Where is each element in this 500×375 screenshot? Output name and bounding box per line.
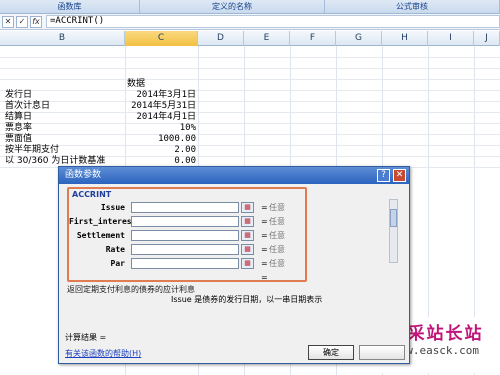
arguments-panel: ACCRINT Issue ▦ = 任意 First_interest ▦ = … (67, 187, 307, 282)
par-input[interactable] (131, 258, 239, 269)
arguments-scrollbar[interactable] (389, 199, 398, 263)
gridline (0, 68, 500, 69)
help-link[interactable]: 有关该函数的帮助(H) (65, 348, 141, 359)
confirm-icon[interactable]: ✓ (16, 15, 28, 28)
row-value[interactable]: 10% (180, 123, 196, 134)
equals-sign: = (261, 203, 268, 212)
column-header-f[interactable]: F (290, 31, 336, 46)
arg-label: Rate (105, 245, 125, 254)
range-picker-icon[interactable]: ▦ (241, 230, 254, 241)
gridline (0, 134, 500, 135)
settlement-input[interactable] (131, 230, 239, 241)
ribbon-group-function-library[interactable]: 函数库 (0, 0, 140, 13)
arg-row-rate: Rate ▦ = 任意 (69, 244, 399, 256)
column-headers: B C D E F G H I J (0, 31, 500, 46)
gridline (0, 123, 500, 124)
row-label[interactable]: 票息率 (5, 123, 32, 134)
gridline (0, 112, 500, 113)
arg-result: 任意 (269, 259, 285, 268)
column-header-e[interactable]: E (244, 31, 290, 46)
ribbon-group-formula-auditing[interactable]: 公式审核 (325, 0, 500, 13)
arg-label: First_interest (69, 217, 137, 226)
arg-result: 任意 (269, 203, 285, 212)
argument-description: Issue 是债券的发行日期，以一串日期表示 (171, 295, 323, 304)
ok-button[interactable]: 确定 (308, 345, 354, 360)
cancel-icon[interactable]: ✕ (2, 15, 14, 28)
row-value[interactable]: 2014年3月1日 (136, 90, 196, 101)
arg-row-par: Par ▦ = 任意 (69, 258, 399, 270)
column-header-g[interactable]: G (336, 31, 382, 46)
first-interest-input[interactable] (131, 216, 239, 227)
arg-row-issue: Issue ▦ = 任意 (69, 202, 399, 214)
row-value[interactable]: 2014年4月1日 (136, 112, 196, 123)
rate-input[interactable] (131, 244, 239, 255)
data-header-cell[interactable]: 数据 (127, 79, 145, 90)
ribbon-group-bar: 函数库 定义的名称 公式审核 (0, 0, 500, 14)
formula-bar: ✕ ✓ fx =ACCRINT() (0, 14, 500, 30)
row-value[interactable]: 1000.00 (158, 134, 196, 145)
dialog-title: 函数参数 (65, 170, 102, 180)
row-label[interactable]: 结算日 (5, 112, 32, 123)
gridline (0, 101, 500, 102)
arg-result: 任意 (269, 245, 285, 254)
equals-sign: = (261, 231, 268, 240)
row-label[interactable]: 首次计息日 (5, 101, 50, 112)
cancel-button[interactable] (359, 345, 405, 360)
column-header-b[interactable]: B (0, 31, 125, 46)
close-icon[interactable]: ✕ (393, 169, 406, 182)
column-header-c[interactable]: C (125, 31, 198, 46)
function-name: ACCRINT (72, 190, 112, 199)
arg-label: Settlement (76, 231, 125, 240)
range-picker-icon[interactable]: ▦ (241, 244, 254, 255)
row-label[interactable]: 发行日 (5, 90, 32, 101)
arg-row-first-interest: First_interest ▦ = 任意 (69, 216, 399, 228)
arg-result: 任意 (269, 217, 285, 226)
gridline (0, 57, 500, 58)
arg-result: 任意 (269, 231, 285, 240)
equals-sign: = (261, 259, 268, 268)
scrollbar-thumb[interactable] (390, 209, 397, 227)
row-value[interactable]: 2014年5月31日 (131, 101, 196, 112)
gridline (0, 90, 500, 91)
equals-sign: = (261, 245, 268, 254)
function-arguments-dialog: 函数参数 ? ✕ ACCRINT Issue ▦ = 任意 First_inte… (58, 166, 410, 364)
row-label[interactable]: 按半年期支付 (5, 145, 59, 156)
range-picker-icon[interactable]: ▦ (241, 202, 254, 213)
result-label: 计算结果 = (65, 333, 107, 342)
column-header-d[interactable]: D (198, 31, 244, 46)
arg-label: Par (110, 259, 125, 268)
arg-label: Issue (100, 203, 125, 212)
row-value[interactable]: 2.00 (174, 145, 196, 156)
column-header-j[interactable]: J (474, 31, 500, 46)
dialog-titlebar[interactable]: 函数参数 ? ✕ (59, 167, 409, 184)
range-picker-icon[interactable]: ▦ (241, 216, 254, 227)
equals-sign: = (261, 217, 268, 226)
column-header-i[interactable]: I (428, 31, 474, 46)
overall-equals-sign: = (261, 273, 268, 282)
range-picker-icon[interactable]: ▦ (241, 258, 254, 269)
gridline (0, 79, 500, 80)
arg-row-settlement: Settlement ▦ = 任意 (69, 230, 399, 242)
issue-input[interactable] (131, 202, 239, 213)
help-icon[interactable]: ? (377, 169, 390, 182)
gridline (0, 145, 500, 146)
formula-input[interactable]: =ACCRINT() (46, 15, 500, 28)
column-header-h[interactable]: H (382, 31, 428, 46)
function-icon[interactable]: fx (30, 15, 42, 28)
row-label[interactable]: 票面值 (5, 134, 32, 145)
ribbon-group-defined-names[interactable]: 定义的名称 (140, 0, 325, 13)
